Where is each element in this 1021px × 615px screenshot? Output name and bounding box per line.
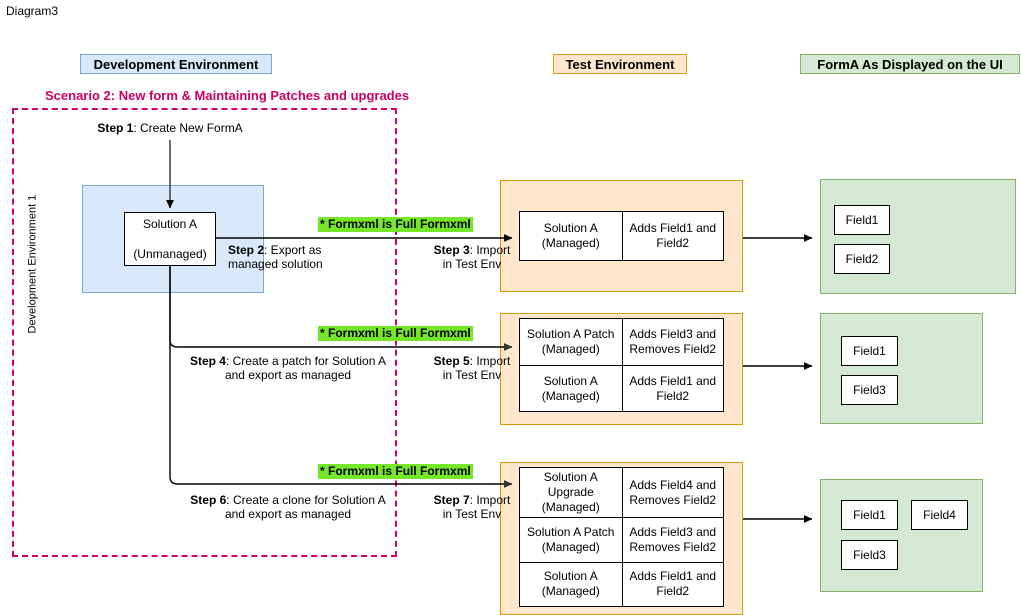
step-3-line2: in Test Env (442, 257, 502, 271)
step-7-caption: Step 7: Import in Test Env (402, 493, 542, 521)
solution-effect-line2: Field2 (656, 584, 690, 599)
solution-effect-line2: Field2 (656, 388, 690, 403)
formxml-note-row1: * Formxml is Full Formxml (318, 217, 473, 232)
solution-effect-line1: Adds Field4 and (629, 477, 717, 492)
step-4-bold: Step 4 (189, 354, 226, 368)
solution-a-unmanaged-node: Solution A (Unmanaged) (124, 212, 216, 266)
step-1-bold: Step 1 (97, 121, 134, 135)
step-5-line2: in Test Env (442, 368, 502, 382)
step-6-line2: and export as managed (224, 507, 352, 521)
solution-a-unmanaged-line1: Solution A (142, 216, 198, 231)
development-environment-vertical-label: Development Environment 1 (27, 195, 40, 334)
solution-name-line2: (Managed) (541, 500, 600, 514)
field-box: Field1 (841, 336, 898, 366)
solution-effect-cell: Adds Field3 and Removes Field2 (621, 319, 724, 365)
solution-effect-line2: Removes Field2 (629, 492, 717, 507)
step-4-caption: Step 4: Create a patch for Solution A an… (178, 354, 398, 382)
field-box: Field2 (834, 244, 890, 274)
solution-effect-cell: Adds Field1 and Field2 (621, 212, 724, 260)
forma-ui-panel-row2 (820, 313, 983, 424)
step-2-caption: Step 2: Export as managed solution (228, 243, 408, 271)
solution-name-line2: (Managed) (541, 388, 600, 403)
step-2-bold: Step 2 (228, 243, 265, 257)
diagram-canvas: Diagram3 Development Environment Test En… (0, 0, 1021, 615)
legend-test-environment: Test Environment (553, 54, 687, 74)
solution-name-cell: Solution A (Managed) (520, 561, 622, 607)
solution-effect-line1: Adds Field1 and (629, 221, 717, 235)
solution-effect-line1: Adds Field1 and (629, 373, 717, 388)
solution-name-line2: (Managed) (541, 236, 600, 250)
forma-ui-panel-row3 (820, 479, 983, 592)
solution-effect-cell: Adds Field1 and Field2 (621, 365, 723, 411)
field-box: Field3 (841, 540, 898, 570)
formxml-note-row2: * Formxml is Full Formxml (318, 326, 473, 341)
solution-stack-row3: Solution A Upgrade (Managed) Adds Field4… (519, 467, 724, 607)
solution-name-line1: Solution A (543, 221, 598, 235)
step-4-line2: and export as managed (224, 368, 352, 382)
step-7-line2: in Test Env (442, 507, 502, 521)
solution-name-line1: Solution A (543, 373, 598, 388)
legend-forma-ui: FormA As Displayed on the UI (800, 54, 1020, 74)
step-6-caption: Step 6: Create a clone for Solution A an… (178, 493, 398, 521)
env-label-line1: Development Environment 1 (26, 194, 39, 334)
solution-effect-line1: Adds Field1 and (629, 569, 717, 584)
step-3-caption: Step 3: Import in Test Env (402, 243, 542, 271)
solution-effect-line2: Removes Field2 (629, 539, 717, 554)
solution-effect-line2: Field2 (656, 236, 690, 250)
solution-a-unmanaged-line2: (Unmanaged) (133, 246, 207, 261)
step-6-rest: : Create a clone for Solution A (226, 493, 386, 507)
step-3-rest: : Import (469, 243, 511, 257)
solution-name-line2: (Managed) (541, 539, 600, 554)
solution-name-line1b: Upgrade (547, 485, 594, 499)
scenario-title: Scenario 2: New form & Maintaining Patch… (45, 88, 410, 103)
step-7-rest: : Import (469, 493, 511, 507)
step-2-line2: managed solution (228, 257, 323, 271)
solution-name-line2: (Managed) (541, 584, 600, 599)
step-5-bold: Step 5 (433, 354, 470, 368)
step-6-bold: Step 6 (190, 493, 227, 507)
step-1-rest: : Create New FormA (133, 121, 243, 135)
diagram-title: Diagram3 (6, 4, 59, 18)
solution-effect-cell: Adds Field1 and Field2 (621, 561, 723, 606)
solution-name-line1: Solution A Patch (527, 327, 615, 341)
solution-stack-row2: Solution A Patch (Managed) Adds Field3 a… (519, 318, 724, 412)
formxml-note-row3: * Formxml is Full Formxml (318, 464, 473, 479)
step-1-caption: Step 1: Create New FormA (70, 121, 270, 135)
development-environment-vertical-label-wrap: Development Environment 1 (0, 195, 88, 334)
solution-name-line1: Solution A (543, 470, 598, 484)
solution-effect-cell: Adds Field3 and Removes Field2 (621, 517, 723, 562)
field-box: Field1 (841, 500, 898, 530)
solution-effect-cell: Adds Field4 and Removes Field2 (621, 468, 724, 517)
solution-name-line2: (Managed) (541, 342, 600, 356)
step-5-rest: : Import (469, 354, 511, 368)
step-7-bold: Step 7 (433, 493, 470, 507)
solution-name-cell: Solution A Patch (Managed) (520, 517, 622, 562)
field-box: Field1 (834, 205, 890, 235)
solution-name-line1: Solution A (543, 569, 598, 584)
field-box: Field3 (841, 375, 898, 405)
solution-effect-line2: Removes Field2 (629, 342, 717, 356)
field-box: Field4 (911, 500, 968, 530)
forma-ui-panel-row1 (820, 179, 1016, 294)
step-4-rest: : Create a patch for Solution A (225, 354, 387, 368)
step-3-bold: Step 3 (433, 243, 470, 257)
legend-development-environment: Development Environment (80, 54, 272, 74)
step-5-caption: Step 5: Import in Test Env (402, 354, 542, 382)
solution-effect-line1: Adds Field3 and (629, 524, 717, 539)
step-2-rest: : Export as (264, 243, 322, 257)
solution-name-line1: Solution A Patch (527, 524, 615, 539)
solution-effect-line1: Adds Field3 and (629, 327, 717, 341)
solution-stack-row1: Solution A (Managed) Adds Field1 and Fie… (519, 211, 724, 261)
